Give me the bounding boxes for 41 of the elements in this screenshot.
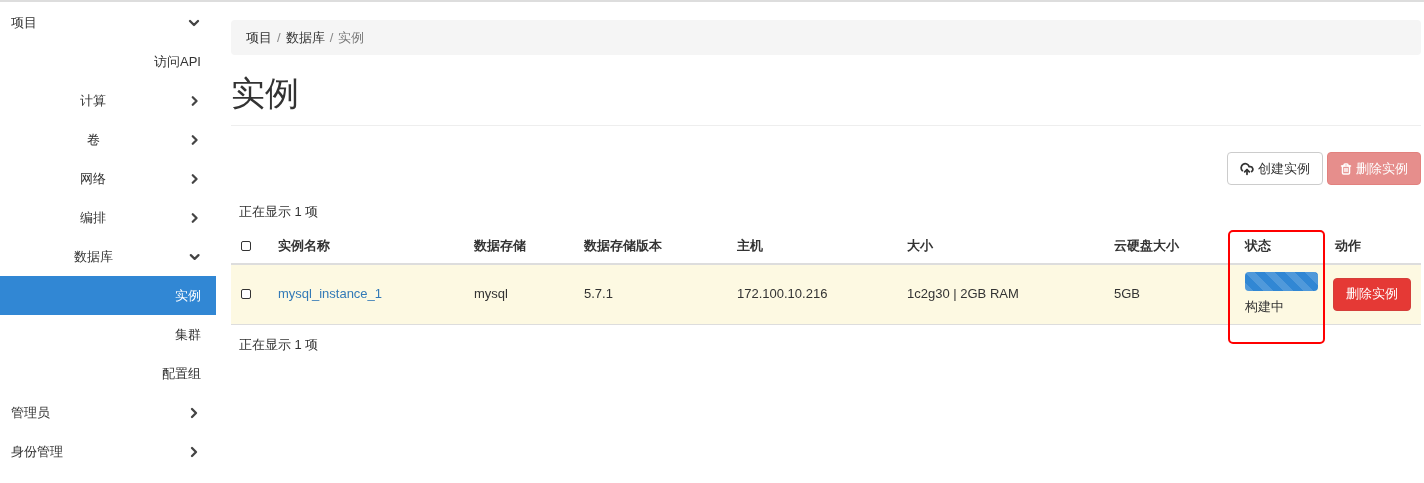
table-cell: 5GB bbox=[1114, 286, 1140, 302]
instance-link[interactable]: mysql_instance_1 bbox=[278, 286, 383, 302]
column-header: 动作 bbox=[1335, 237, 1361, 256]
breadcrumb-separator: / bbox=[276, 28, 282, 47]
item-count: 正在显示 1 项 bbox=[239, 203, 319, 221]
column-header: 大小 bbox=[907, 237, 933, 256]
delete-button[interactable]: 删除实例 bbox=[1333, 277, 1411, 311]
sidebar-item[interactable]: 计算 bbox=[0, 81, 216, 120]
sidebar-item[interactable]: 卷 bbox=[0, 120, 216, 159]
sidebar-item[interactable]: 编排 bbox=[0, 198, 216, 237]
breadcrumb-item[interactable]: 数据库 bbox=[285, 27, 325, 48]
page-title: 实例 bbox=[231, 73, 300, 114]
sidebar-item[interactable]: 访问API bbox=[0, 42, 216, 81]
sidebar-item[interactable]: 配置组 bbox=[0, 354, 216, 393]
trash-icon bbox=[1340, 162, 1352, 175]
column-header: 数据存储版本 bbox=[584, 237, 662, 256]
cloud-upload-icon bbox=[1240, 161, 1254, 176]
column-header: 主机 bbox=[737, 237, 763, 256]
column-header: 数据存储 bbox=[474, 237, 526, 256]
breadcrumb-separator: / bbox=[328, 28, 335, 47]
column-header: 实例名称 bbox=[278, 237, 330, 256]
checkbox[interactable] bbox=[241, 289, 251, 299]
sidebar-item[interactable]: 项目 bbox=[0, 3, 216, 42]
checkbox[interactable] bbox=[241, 241, 251, 251]
create-button[interactable]: 创建实例 bbox=[1227, 152, 1323, 185]
breadcrumb-item: 实例 bbox=[338, 28, 365, 47]
table-cell: 1c2g30 | 2GB RAM bbox=[907, 286, 1019, 302]
status-text: 构建中 bbox=[1245, 297, 1284, 316]
column-header: 云硬盘大小 bbox=[1114, 237, 1179, 256]
table-cell: 5.7.1 bbox=[584, 286, 613, 302]
table-cell: 172.100.10.216 bbox=[737, 286, 828, 302]
item-count: 正在显示 1 项 bbox=[239, 335, 319, 354]
column-header: 状态 bbox=[1245, 237, 1271, 256]
sidebar-item[interactable]: 网络 bbox=[0, 159, 216, 198]
sidebar-item[interactable]: 身份管理 bbox=[0, 432, 216, 471]
sidebar-item[interactable]: 实例 bbox=[0, 276, 216, 315]
sidebar-item[interactable]: 管理员 bbox=[0, 393, 216, 432]
table-cell: mysql bbox=[474, 286, 508, 302]
sidebar-item[interactable]: 集群 bbox=[0, 315, 216, 354]
sidebar-item[interactable]: 数据库 bbox=[0, 237, 216, 276]
breadcrumb-item[interactable]: 项目 bbox=[246, 27, 272, 48]
